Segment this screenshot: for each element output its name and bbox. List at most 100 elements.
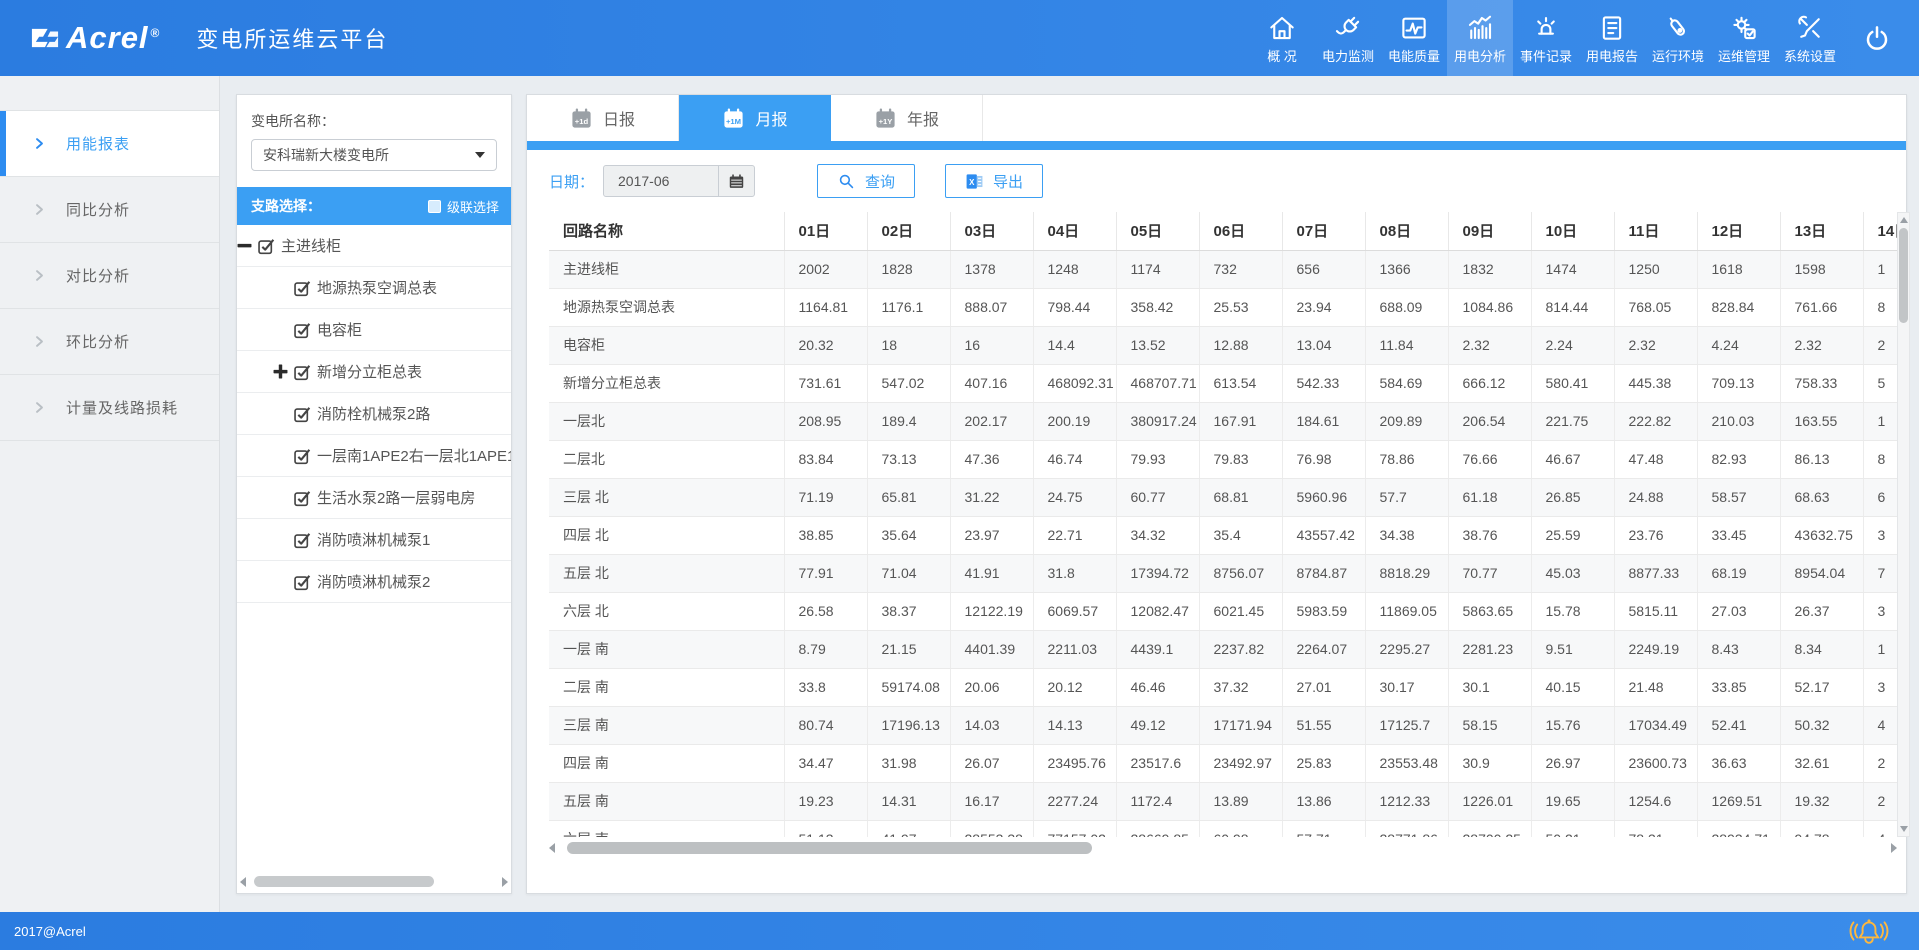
power-button[interactable]: [1849, 0, 1905, 76]
table-cell: 1212.33: [1365, 782, 1448, 820]
table-column-header: 05日: [1116, 212, 1199, 250]
scrollbar-thumb[interactable]: [567, 842, 1092, 854]
station-select[interactable]: 安科瑞新大楼变电所: [251, 139, 497, 171]
table-cell: 189.4: [867, 402, 950, 440]
checked-checkbox-icon[interactable]: [293, 279, 311, 297]
table-row-name: 三层 北: [549, 478, 784, 516]
tree-node[interactable]: 电容柜: [237, 309, 511, 351]
query-button[interactable]: 查询: [817, 164, 915, 198]
table-column-header: 11日: [1614, 212, 1697, 250]
sidebar-item-4[interactable]: 环比分析: [0, 309, 219, 375]
sidebar-item-1[interactable]: 用能报表: [0, 111, 219, 177]
cascade-label: 级联选择: [447, 197, 499, 216]
table-column-header: 07日: [1282, 212, 1365, 250]
scroll-up-arrow-icon[interactable]: [1900, 217, 1908, 223]
expand-plus-icon[interactable]: [273, 364, 288, 379]
checked-checkbox-icon[interactable]: [293, 363, 311, 381]
scroll-left-arrow-icon[interactable]: [549, 843, 555, 853]
table-cell: 222.82: [1614, 402, 1697, 440]
station-select-value: 安科瑞新大楼变电所: [263, 145, 389, 165]
branch-select-header: 支路选择： 级联选择: [237, 187, 511, 225]
cascade-checkbox[interactable]: 级联选择: [428, 197, 499, 216]
table-cell: 46.46: [1116, 668, 1199, 706]
tab-yearly[interactable]: +1Y年报: [831, 95, 983, 141]
sidebar-item-5[interactable]: 计量及线路损耗: [0, 375, 219, 441]
table-row-name: 三层 南: [549, 706, 784, 744]
table-cell: 46.74: [1033, 440, 1116, 478]
nav-item-waveform-box[interactable]: 电能质量: [1381, 0, 1447, 76]
tree-node[interactable]: 新增分立柜总表: [237, 351, 511, 393]
checked-checkbox-icon[interactable]: [293, 489, 311, 507]
tree-node-label: 主进线柜: [281, 235, 341, 256]
nav-item-bar-chart[interactable]: 用电分析: [1447, 0, 1513, 76]
top-header: Acrel® 变电所运维云平台 概 况电力监测电能质量用电分析事件记录用电报告运…: [0, 0, 1919, 76]
table-cell: 17196.13: [867, 706, 950, 744]
table-cell: 28700.25: [1448, 820, 1531, 837]
scroll-right-arrow-icon[interactable]: [1891, 843, 1897, 853]
table-cell: 79.83: [1199, 440, 1282, 478]
scroll-down-arrow-icon[interactable]: [1900, 826, 1908, 832]
tree-node[interactable]: 地源热泵空调总表: [237, 267, 511, 309]
tree-node[interactable]: 主进线柜: [237, 225, 511, 267]
nav-item-alarm[interactable]: 事件记录: [1513, 0, 1579, 76]
tree-node[interactable]: 一层南1APE2右一层北1APE1左: [237, 435, 511, 477]
table-cell: 380917.24: [1116, 402, 1199, 440]
table-cell: 47.36: [950, 440, 1033, 478]
scroll-left-arrow-icon[interactable]: [240, 877, 246, 887]
collapse-minus-icon[interactable]: [237, 238, 252, 253]
calendar-icon[interactable]: [718, 166, 754, 196]
checked-checkbox-icon[interactable]: [293, 531, 311, 549]
table-cell: 46.67: [1531, 440, 1614, 478]
table-cell: 30.17: [1365, 668, 1448, 706]
tree-node[interactable]: 生活水泵2路一层弱电房: [237, 477, 511, 519]
query-button-label: 查询: [865, 171, 895, 192]
nav-item-tools[interactable]: 系统设置: [1777, 0, 1843, 76]
nav-item-plug[interactable]: 电力监测: [1315, 0, 1381, 76]
table-cell: 1618: [1697, 250, 1780, 288]
tree-node[interactable]: 消防栓机械泵2路: [237, 393, 511, 435]
table-cell: 2237.82: [1199, 630, 1282, 668]
nav-item-sensor[interactable]: 运行环境: [1645, 0, 1711, 76]
checked-checkbox-icon[interactable]: [293, 321, 311, 339]
table-cell: 11869.05: [1365, 592, 1448, 630]
table-cell: 31.8: [1033, 554, 1116, 592]
table-cell: 77157.02: [1033, 820, 1116, 837]
nav-item-report[interactable]: 用电报告: [1579, 0, 1645, 76]
export-button-label: 导出: [993, 171, 1023, 192]
tree-node-label: 消防栓机械泵2路: [317, 403, 430, 424]
table-cell: 1084.86: [1448, 288, 1531, 326]
table-cell: 445.38: [1614, 364, 1697, 402]
table-column-header: 13日: [1780, 212, 1863, 250]
table-cell: 1366: [1365, 250, 1448, 288]
sidebar-item-2[interactable]: 同比分析: [0, 177, 219, 243]
table-cell: 210.03: [1697, 402, 1780, 440]
scrollbar-thumb[interactable]: [1899, 228, 1908, 323]
table-cell: 15.78: [1531, 592, 1614, 630]
table-cell: 1: [1863, 250, 1897, 288]
table-cell: 358.42: [1116, 288, 1199, 326]
table-cell: 1: [1863, 402, 1897, 440]
checked-checkbox-icon[interactable]: [257, 237, 275, 255]
checked-checkbox-icon[interactable]: [293, 447, 311, 465]
nav-item-label: 运行环境: [1652, 46, 1704, 65]
plug-icon: [1333, 13, 1363, 43]
table-column-header: 回路名称: [549, 212, 784, 250]
sidebar-item-3[interactable]: 对比分析: [0, 243, 219, 309]
scroll-right-arrow-icon[interactable]: [502, 877, 508, 887]
table-cell: 468707.71: [1116, 364, 1199, 402]
tab-monthly[interactable]: +1M月报: [679, 95, 831, 141]
checked-checkbox-icon[interactable]: [293, 405, 311, 423]
tab-daily[interactable]: +1d日报: [527, 95, 679, 141]
export-button[interactable]: X 导出: [945, 164, 1043, 198]
notification-bell-icon[interactable]: [1849, 916, 1889, 949]
scrollbar-thumb[interactable]: [254, 876, 434, 887]
checked-checkbox-icon[interactable]: [293, 573, 311, 591]
tree-node[interactable]: 消防喷淋机械泵2: [237, 561, 511, 603]
excel-icon: X: [965, 172, 984, 191]
nav-item-home[interactable]: 概 况: [1249, 0, 1315, 76]
branch-tree: 主进线柜地源热泵空调总表电容柜新增分立柜总表消防栓机械泵2路一层南1APE2右一…: [237, 225, 511, 603]
date-input[interactable]: 2017-06: [603, 165, 755, 197]
nav-item-gear-check[interactable]: 运维管理: [1711, 0, 1777, 76]
tab-label: 日报: [603, 106, 635, 130]
tree-node[interactable]: 消防喷淋机械泵1: [237, 519, 511, 561]
